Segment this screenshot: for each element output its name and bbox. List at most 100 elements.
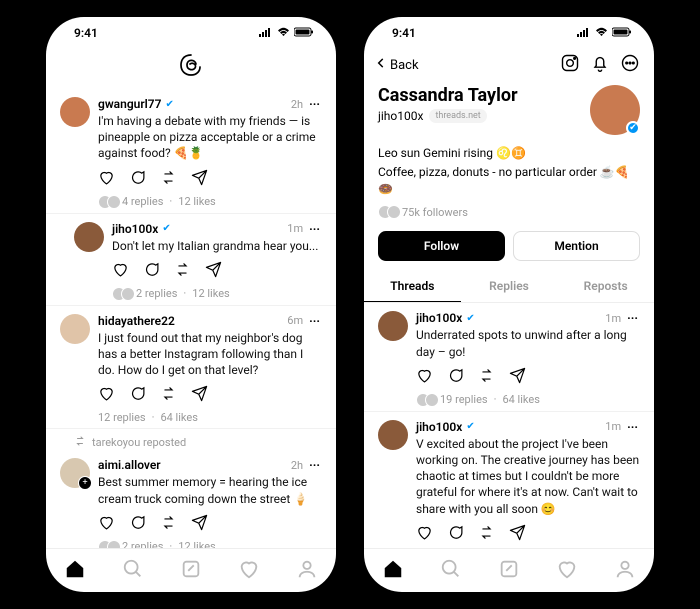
comment-button[interactable]: [447, 524, 464, 545]
replies-count[interactable]: 2 replies: [136, 287, 177, 300]
repost-button[interactable]: [478, 367, 495, 388]
comment-button[interactable]: [129, 385, 146, 406]
like-button[interactable]: [112, 261, 129, 282]
like-button[interactable]: [98, 169, 115, 190]
avatar[interactable]: [60, 97, 90, 127]
username[interactable]: hidayathere22: [98, 314, 175, 328]
profile-feed-scroll[interactable]: jiho100x ✔ 1m ··· Underrated spots to un…: [364, 303, 654, 548]
feed-post[interactable]: aimi.allover 2h ··· Best summer memory =…: [46, 450, 336, 548]
like-button[interactable]: [98, 385, 115, 406]
replies-count[interactable]: 19 replies: [440, 393, 488, 406]
tab-reposts[interactable]: Reposts: [557, 271, 654, 302]
followers-count[interactable]: 75k followers: [402, 206, 468, 219]
replies-count[interactable]: 4 replies: [122, 195, 163, 208]
tab-compose[interactable]: [180, 558, 202, 584]
comment-button[interactable]: [447, 367, 464, 388]
like-button[interactable]: [98, 514, 115, 535]
tab-search[interactable]: [122, 558, 144, 584]
share-button[interactable]: [205, 261, 222, 282]
post-menu-button[interactable]: ···: [307, 314, 322, 328]
feed-scroll[interactable]: gwangurl77 ✔ 2h ··· I'm having a debate …: [46, 89, 336, 548]
likes-count[interactable]: 64 likes: [502, 393, 539, 406]
post-menu-button[interactable]: ···: [307, 222, 322, 236]
tab-home[interactable]: [382, 558, 404, 584]
feed-post[interactable]: jiho100x ✔ 1m ··· Don't let my Italian g…: [46, 214, 336, 306]
status-time: 9:41: [392, 26, 416, 40]
replies-count[interactable]: 2 replies: [122, 540, 163, 548]
tab-bar: [364, 548, 654, 592]
post-time: 6m: [287, 314, 303, 327]
profile-avatar[interactable]: ✔: [590, 85, 640, 135]
share-button[interactable]: [191, 514, 208, 535]
tab-profile[interactable]: [614, 558, 636, 584]
tab-compose[interactable]: [498, 558, 520, 584]
avatar[interactable]: [60, 458, 90, 488]
profile-handle: jiho100x: [378, 109, 423, 123]
replies-count[interactable]: 12 replies: [98, 411, 146, 424]
reply-avatars[interactable]: [112, 287, 130, 301]
domain-pill[interactable]: threads.net: [429, 109, 486, 123]
share-button[interactable]: [509, 524, 526, 545]
share-button[interactable]: [191, 169, 208, 190]
mention-button[interactable]: Mention: [513, 231, 640, 261]
likes-count[interactable]: 64 likes: [160, 411, 197, 424]
username[interactable]: jiho100x: [112, 222, 158, 236]
share-button[interactable]: [509, 367, 526, 388]
back-label: Back: [390, 58, 419, 73]
post-menu-button[interactable]: ···: [307, 458, 322, 472]
instagram-button[interactable]: [560, 53, 580, 77]
tab-profile[interactable]: [296, 558, 318, 584]
feed-post[interactable]: gwangurl77 ✔ 2h ··· I'm having a debate …: [46, 89, 336, 214]
repost-button[interactable]: [478, 524, 495, 545]
likes-count[interactable]: 12 likes: [178, 540, 215, 548]
tab-search[interactable]: [440, 558, 462, 584]
repost-button[interactable]: [174, 261, 191, 282]
feed-post[interactable]: jiho100x ✔ 1m ··· V excited about the pr…: [364, 412, 654, 548]
notifications-button[interactable]: [590, 53, 610, 77]
username[interactable]: aimi.allover: [98, 458, 161, 472]
likes-count[interactable]: 12 likes: [192, 287, 229, 300]
tab-threads[interactable]: Threads: [364, 271, 461, 302]
reply-avatars[interactable]: [98, 540, 116, 548]
username[interactable]: gwangurl77: [98, 97, 162, 111]
repost-button[interactable]: [160, 169, 177, 190]
status-bar: 9:41: [46, 17, 336, 49]
avatar[interactable]: [378, 420, 408, 450]
tab-replies[interactable]: Replies: [461, 271, 558, 302]
comment-button[interactable]: [129, 514, 146, 535]
back-button[interactable]: Back: [374, 56, 419, 74]
tab-activity[interactable]: [238, 558, 260, 584]
post-time: 2h: [291, 459, 303, 472]
profile-name: Cassandra Taylor: [378, 85, 518, 106]
reply-avatars[interactable]: [416, 393, 434, 407]
feed-post[interactable]: hidayathere22 6m ··· I just found out th…: [46, 306, 336, 430]
avatar[interactable]: [378, 311, 408, 341]
signal-icon: [259, 26, 273, 40]
post-text: Don't let my Italian grandma hear you...: [112, 238, 322, 254]
reply-avatars[interactable]: [98, 195, 116, 209]
signal-icon: [577, 26, 591, 40]
repost-button[interactable]: [160, 514, 177, 535]
more-button[interactable]: [620, 53, 640, 77]
username[interactable]: jiho100x: [416, 420, 462, 434]
like-button[interactable]: [416, 524, 433, 545]
tab-home[interactable]: [64, 558, 86, 584]
post-menu-button[interactable]: ···: [625, 311, 640, 325]
username[interactable]: jiho100x: [416, 311, 462, 325]
avatar[interactable]: [74, 222, 104, 252]
comment-button[interactable]: [129, 169, 146, 190]
feed-post[interactable]: jiho100x ✔ 1m ··· Underrated spots to un…: [364, 303, 654, 411]
follower-avatars[interactable]: [378, 205, 396, 219]
like-button[interactable]: [416, 367, 433, 388]
post-menu-button[interactable]: ···: [307, 97, 322, 111]
avatar[interactable]: [60, 314, 90, 344]
post-menu-button[interactable]: ···: [625, 420, 640, 434]
comment-button[interactable]: [143, 261, 160, 282]
tab-activity[interactable]: [556, 558, 578, 584]
status-time: 9:41: [74, 26, 98, 40]
follow-button[interactable]: Follow: [378, 231, 505, 261]
repost-button[interactable]: [160, 385, 177, 406]
share-button[interactable]: [191, 385, 208, 406]
likes-count[interactable]: 12 likes: [178, 195, 215, 208]
status-bar: 9:41: [364, 17, 654, 49]
